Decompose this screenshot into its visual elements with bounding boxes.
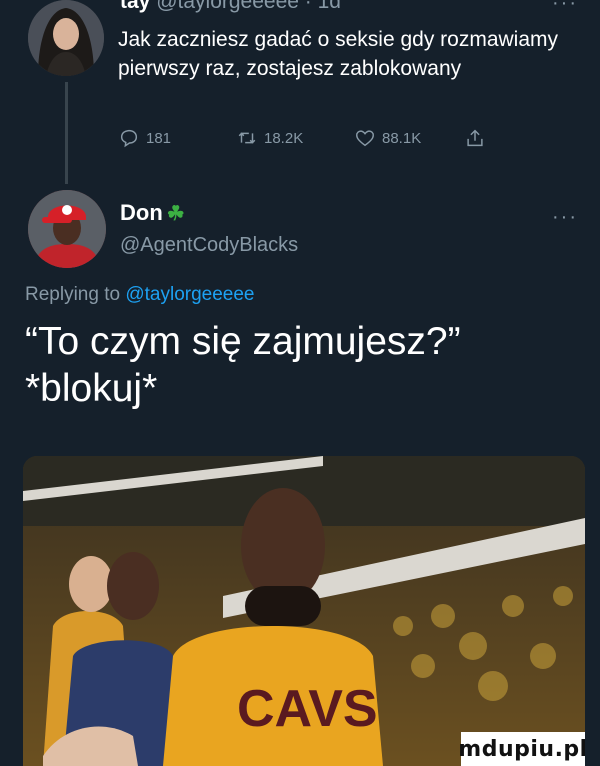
tweet2-text-line2: *blokuj* (25, 367, 158, 410)
avatar-don[interactable] (28, 190, 106, 268)
avatar-taylor[interactable] (28, 0, 104, 76)
retweet-button[interactable]: 18.2K (236, 127, 354, 149)
more-icon[interactable]: ··· (552, 0, 578, 15)
reply-button[interactable]: 181 (118, 127, 236, 149)
tweet2-text: “To czym się zajmujesz?” *blokuj* (25, 318, 585, 412)
like-icon (356, 130, 374, 147)
more-icon[interactable]: ··· (552, 206, 578, 229)
tweet2-display-name[interactable]: Don (120, 200, 163, 226)
reply-count: 181 (146, 129, 172, 147)
tweet1-display-name[interactable]: tay (120, 0, 150, 13)
reply-icon (120, 129, 138, 148)
tweet1-handle-time: @taylorgeeeee · 1d (156, 0, 341, 13)
share-icon (467, 129, 483, 147)
thread-connector-line (65, 82, 68, 184)
tweet2-media-image[interactable]: CAVS mdupiu.pl (23, 456, 585, 766)
replying-prefix: Replying to (25, 284, 121, 305)
like-button[interactable]: 88.1K (354, 127, 464, 149)
tweet2-display-name-row[interactable]: Don ☘ (120, 200, 185, 226)
watermark-logo: mdupiu.pl (458, 732, 585, 766)
tweet1-text: Jak zaczniesz gadać o seksie gdy rozmawi… (118, 28, 559, 80)
tweet2-handle[interactable]: @AgentCodyBlacks (120, 234, 298, 257)
avatar-don-image (28, 190, 106, 268)
jersey-text: CAVS (237, 680, 378, 738)
avatar-taylor-image (28, 0, 104, 76)
clover-emoji: ☘ (166, 202, 185, 225)
tweet1-header: tay @taylorgeeeee · 1d (120, 0, 341, 14)
tweet2-text-line1: “To czym się zajmujesz?” (25, 320, 461, 363)
basketball-photo: CAVS (23, 456, 585, 766)
replying-to-mention[interactable]: @taylorgeeeee (125, 284, 254, 305)
replying-to-line: Replying to @taylorgeeeee (25, 284, 255, 306)
retweet-icon (238, 132, 256, 144)
tweet1-action-bar: 181 18.2K 88.1K (118, 127, 528, 149)
share-button[interactable] (464, 127, 486, 149)
like-count: 88.1K (382, 129, 422, 147)
retweet-count: 18.2K (264, 129, 304, 147)
